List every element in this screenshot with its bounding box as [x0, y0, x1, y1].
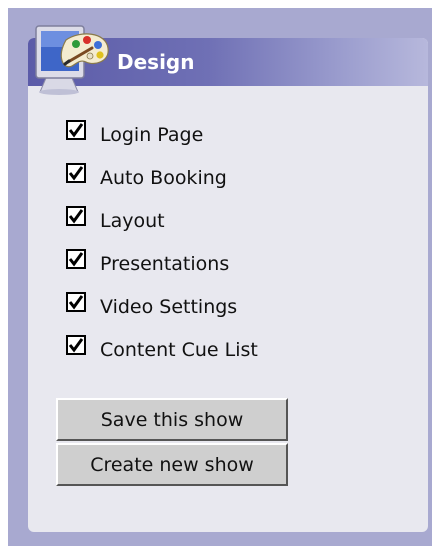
- checkmark-icon: [68, 123, 84, 138]
- checkbox-video-settings[interactable]: [66, 292, 86, 312]
- option-login-page[interactable]: Login Page: [66, 120, 258, 163]
- save-show-button[interactable]: Save this show: [56, 398, 288, 441]
- option-label: Auto Booking: [100, 167, 227, 189]
- checkbox-content-cue-list[interactable]: [66, 335, 86, 355]
- checkbox-presentations[interactable]: [66, 249, 86, 269]
- option-label: Video Settings: [100, 296, 238, 318]
- option-label: Presentations: [100, 253, 230, 275]
- checkmark-icon: [68, 252, 84, 267]
- create-show-button[interactable]: Create new show: [56, 443, 288, 486]
- checkmark-icon: [68, 166, 84, 181]
- design-panel: Design Login Page Auto Booking Layout Pr…: [28, 25, 428, 532]
- panel-title: Design: [117, 50, 195, 74]
- checkbox-layout[interactable]: [66, 206, 86, 226]
- option-content-cue-list[interactable]: Content Cue List: [66, 335, 258, 378]
- checkbox-login-page[interactable]: [66, 120, 86, 140]
- page-background: Design Login Page Auto Booking Layout Pr…: [8, 8, 432, 546]
- paint-palette-monitor-icon: [32, 18, 112, 96]
- option-video-settings[interactable]: Video Settings: [66, 292, 258, 335]
- option-label: Login Page: [100, 124, 204, 146]
- option-auto-booking[interactable]: Auto Booking: [66, 163, 258, 206]
- option-presentations[interactable]: Presentations: [66, 249, 258, 292]
- option-label: Content Cue List: [100, 339, 258, 361]
- option-label: Layout: [100, 210, 165, 232]
- checkbox-auto-booking[interactable]: [66, 163, 86, 183]
- options-list: Login Page Auto Booking Layout Presentat…: [66, 120, 258, 378]
- checkmark-icon: [68, 338, 84, 353]
- option-layout[interactable]: Layout: [66, 206, 258, 249]
- checkmark-icon: [68, 295, 84, 310]
- checkmark-icon: [68, 209, 84, 224]
